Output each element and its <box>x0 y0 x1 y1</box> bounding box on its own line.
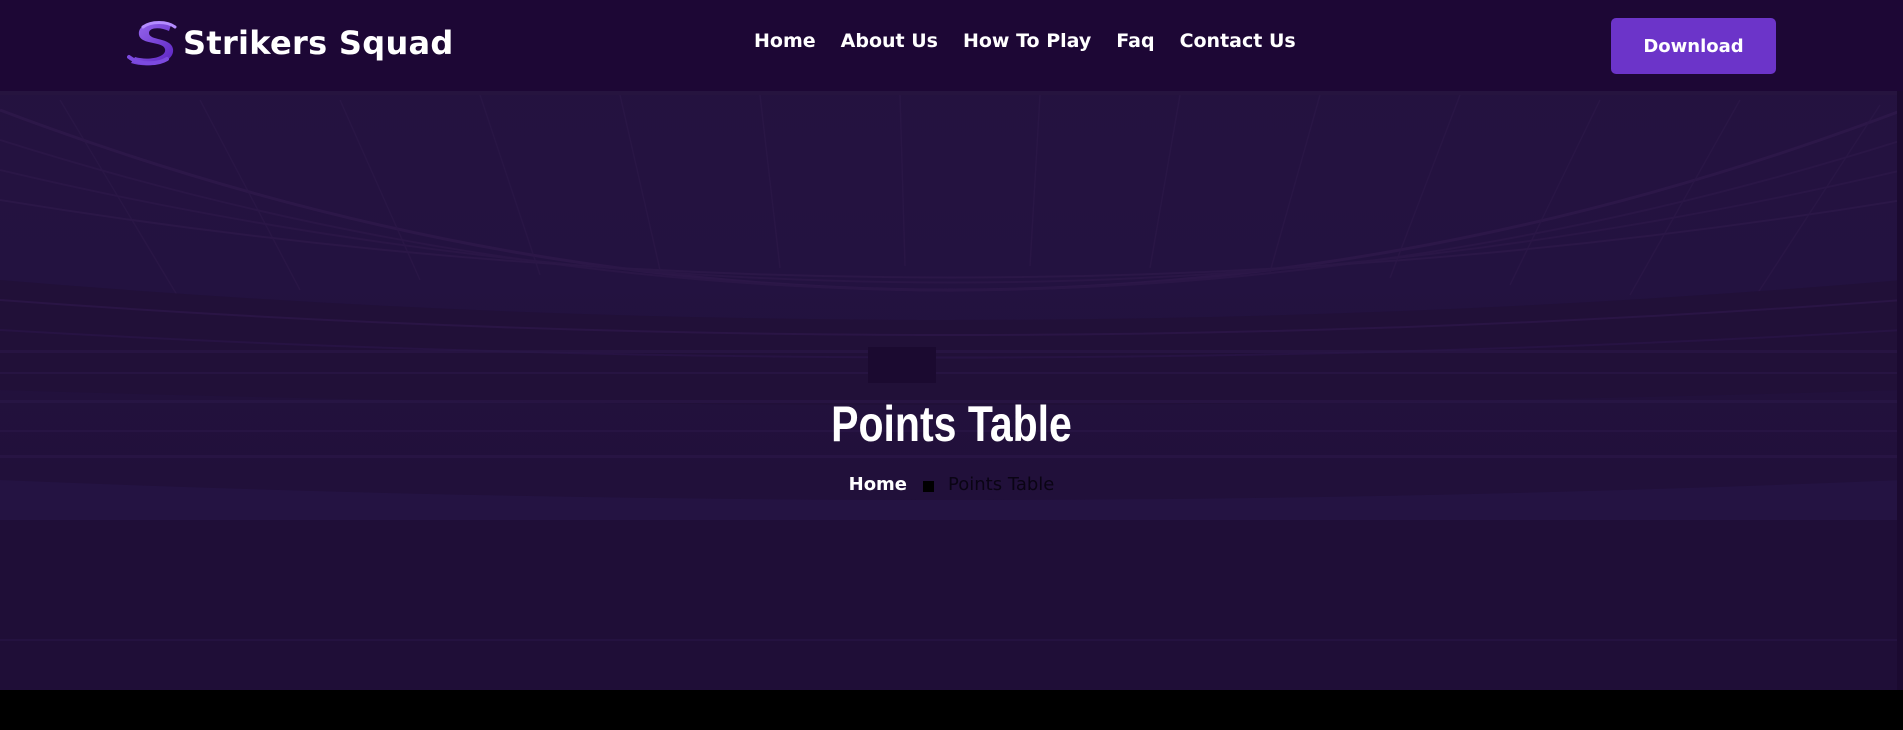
stadium-background-image <box>0 35 1903 690</box>
page: Strikers Squad Home About Us How To Play… <box>0 0 1903 730</box>
scrollbar[interactable] <box>1897 0 1903 690</box>
page-bottom-section <box>0 690 1903 730</box>
strikers-squad-logo-icon <box>127 21 177 66</box>
main-nav: Home About Us How To Play Faq Contact Us <box>754 30 1321 52</box>
nav-how-to-play[interactable]: How To Play <box>963 30 1091 52</box>
nav-about-us[interactable]: About Us <box>841 30 938 52</box>
nav-home[interactable]: Home <box>754 30 816 52</box>
hero-banner <box>0 0 1903 690</box>
square-separator-icon <box>923 481 935 492</box>
breadcrumb-home-link[interactable]: Home <box>849 474 907 495</box>
brand-name: Strikers Squad <box>183 24 454 62</box>
nav-contact-us[interactable]: Contact Us <box>1180 30 1296 52</box>
breadcrumb-current: Points Table <box>948 474 1055 495</box>
nav-faq[interactable]: Faq <box>1116 30 1154 52</box>
page-title: Points Table <box>831 396 1072 452</box>
download-button[interactable]: Download <box>1611 18 1776 74</box>
brand-logo[interactable]: Strikers Squad <box>127 18 454 68</box>
site-header: Strikers Squad Home About Us How To Play… <box>0 0 1903 91</box>
breadcrumb: Home Points Table <box>0 474 1903 495</box>
